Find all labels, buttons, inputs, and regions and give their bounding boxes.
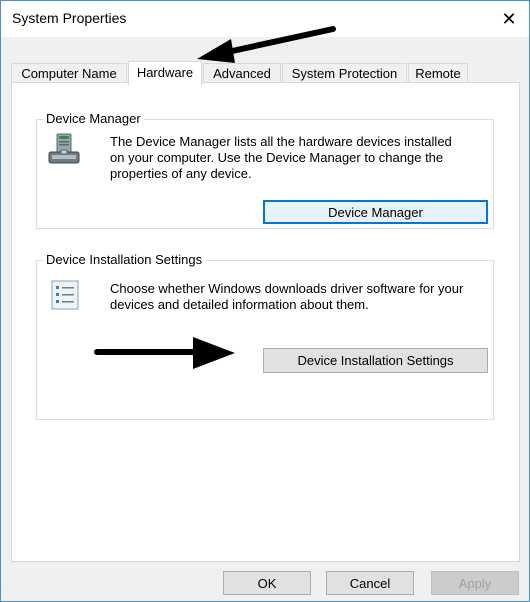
cancel-button[interactable]: Cancel <box>326 571 414 595</box>
device-installation-legend: Device Installation Settings <box>43 252 206 268</box>
device-manager-description: The Device Manager lists all the hardwar… <box>110 134 490 182</box>
tab-computer-name[interactable]: Computer Name <box>11 63 127 83</box>
device-manager-group: Device Manager The Device Manager lists … <box>36 111 494 229</box>
description-line: The Device Manager lists all the hardwar… <box>110 134 452 149</box>
close-icon: ✕ <box>501 8 517 29</box>
device-manager-legend: Device Manager <box>43 111 144 127</box>
window-title: System Properties <box>12 10 127 26</box>
ok-button[interactable]: OK <box>223 571 311 595</box>
checklist-icon <box>51 280 79 310</box>
description-line: devices and detailed information about t… <box>110 297 369 312</box>
device-installation-settings-button[interactable]: Device Installation Settings <box>263 348 488 373</box>
tab-system-protection[interactable]: System Protection <box>282 63 407 83</box>
hardware-tab-panel: Device Manager The Device Manager lists … <box>11 82 520 562</box>
close-button[interactable]: ✕ <box>489 1 529 37</box>
tab-remote[interactable]: Remote <box>408 63 468 83</box>
description-line: properties of any device. <box>110 166 252 181</box>
tab-strip: Computer Name Hardware Advanced System P… <box>11 61 521 85</box>
tab-advanced[interactable]: Advanced <box>203 63 281 83</box>
device-manager-button[interactable]: Device Manager <box>263 200 488 224</box>
device-installation-description: Choose whether Windows downloads driver … <box>110 281 490 313</box>
dialog-client-area: Computer Name Hardware Advanced System P… <box>1 37 529 601</box>
device-manager-icon <box>47 132 81 166</box>
device-installation-settings-group: Device Installation Settings Choose whet… <box>36 252 494 420</box>
description-line: on your computer. Use the Device Manager… <box>110 150 444 165</box>
tab-hardware[interactable]: Hardware <box>128 61 202 85</box>
system-properties-window: System Properties ✕ Computer Name Hardwa… <box>0 0 530 602</box>
title-bar[interactable]: System Properties ✕ <box>1 1 529 37</box>
description-line: Choose whether Windows downloads driver … <box>110 281 464 296</box>
apply-button: Apply <box>431 571 519 595</box>
